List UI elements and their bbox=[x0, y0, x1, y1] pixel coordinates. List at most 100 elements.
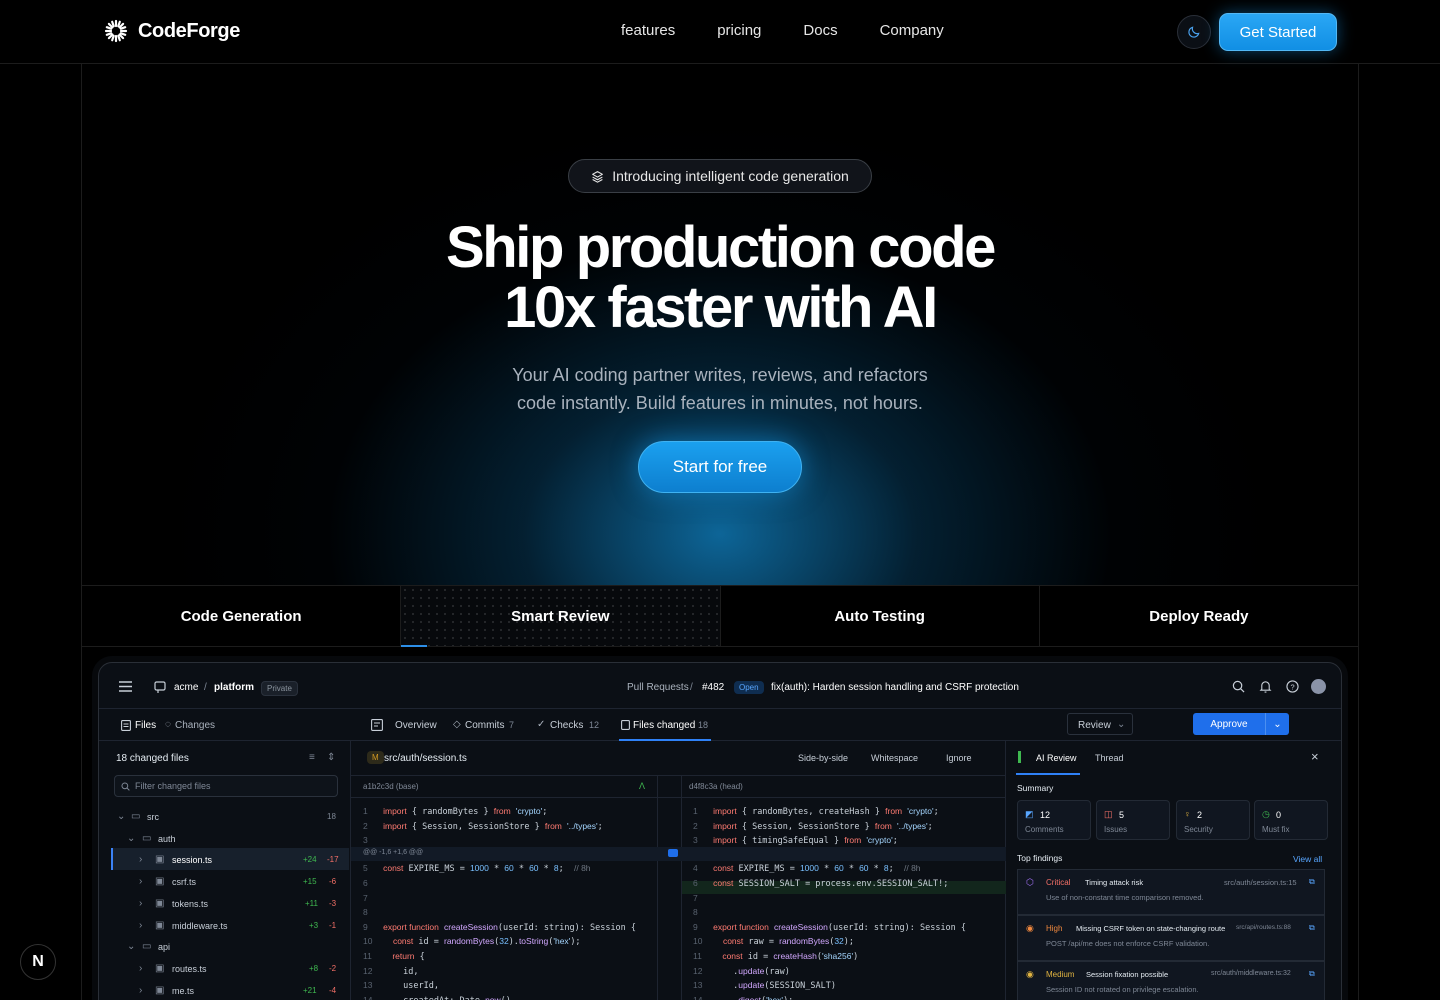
tree-item-api[interactable]: api bbox=[158, 942, 170, 952]
base-commit: a1b2c3d (base) bbox=[363, 782, 419, 791]
additions: +24 bbox=[303, 855, 317, 864]
tree-file-middleware[interactable]: middleware.ts bbox=[172, 921, 228, 931]
whitespace-dropdown[interactable]: Whitespace bbox=[871, 753, 918, 763]
moon-icon bbox=[1188, 26, 1200, 38]
feature-tabs: Code Generation Smart Review Auto Testin… bbox=[82, 585, 1358, 647]
user-avatar[interactable] bbox=[1311, 679, 1326, 694]
brand-name: CodeForge bbox=[138, 19, 240, 42]
pr-tab-checks[interactable]: Checks bbox=[550, 720, 583, 731]
chevron-right-icon: › bbox=[139, 920, 143, 931]
sidebar-tab-files[interactable]: Files bbox=[135, 720, 156, 731]
start-for-free-button[interactable]: Start for free bbox=[638, 441, 802, 493]
tree-file-me[interactable]: me.ts bbox=[172, 986, 194, 996]
finding-medium[interactable]: ◉ Medium Session fixation possible src/a… bbox=[1017, 961, 1325, 1000]
nav-link-docs[interactable]: Docs bbox=[803, 22, 837, 39]
approve-chevron-icon[interactable]: ⌄ bbox=[1266, 719, 1289, 730]
summary-card-must-fix[interactable]: ◷ 0 Must fix bbox=[1254, 800, 1328, 840]
view-all-link[interactable]: View all bbox=[1293, 854, 1322, 864]
external-link-icon[interactable]: ⧉ bbox=[1309, 877, 1315, 887]
review-tab-ai-review[interactable]: AI Review bbox=[1036, 753, 1077, 763]
app-topbar: acme / platform Private Pull Requests / … bbox=[99, 663, 1341, 709]
external-link-icon[interactable]: ⧉ bbox=[1309, 923, 1315, 933]
warning-circle-icon: ◉ bbox=[1026, 923, 1034, 933]
file-icon: ▣ bbox=[155, 985, 165, 996]
finding-critical[interactable]: ⬡ Critical Timing attack risk src/auth/s… bbox=[1017, 869, 1325, 915]
visibility-badge: Private bbox=[261, 681, 298, 696]
finding-high[interactable]: ◉ High Missing CSRF token on state-chang… bbox=[1017, 915, 1325, 961]
deletions: -3 bbox=[329, 899, 337, 908]
check-circle-icon: ◷ bbox=[1262, 809, 1270, 819]
help-icon[interactable]: ? bbox=[1286, 680, 1299, 693]
file-icon bbox=[121, 720, 131, 731]
breadcrumb-pull-requests[interactable]: Pull Requests bbox=[627, 682, 689, 693]
deletions: -17 bbox=[327, 855, 339, 864]
nav-link-features[interactable]: features bbox=[621, 22, 675, 39]
tree-file-csrf[interactable]: csrf.ts bbox=[172, 877, 196, 887]
deletions: -1 bbox=[329, 921, 337, 930]
markdown-file-icon: ▣ bbox=[155, 920, 165, 931]
view-mode-dropdown[interactable]: Side-by-side bbox=[798, 753, 848, 763]
tree-file-session[interactable]: session.ts bbox=[172, 855, 212, 865]
top-findings-heading: Top findings bbox=[1017, 853, 1063, 863]
chevron-right-icon: › bbox=[139, 854, 143, 865]
tree-item-auth[interactable]: auth bbox=[158, 834, 176, 844]
finding-path[interactable]: src/api/routes.ts:88 bbox=[1236, 924, 1291, 931]
security-value: 2 bbox=[1197, 810, 1203, 820]
announcement-pill[interactable]: Introducing intelligent code generation bbox=[568, 159, 872, 193]
summary-card-issues[interactable]: ◫ 5 Issues bbox=[1096, 800, 1170, 840]
tree-item-src[interactable]: src bbox=[147, 812, 159, 822]
tab-deploy-ready[interactable]: Deploy Ready bbox=[1040, 586, 1358, 646]
issue-icon: ◫ bbox=[1104, 809, 1113, 819]
finding-description: POST /api/me does not enforce CSRF valid… bbox=[1046, 939, 1210, 948]
pr-tab-commits[interactable]: Commits bbox=[465, 720, 504, 731]
pr-tab-overview[interactable]: Overview bbox=[395, 720, 437, 731]
security-label: Security bbox=[1184, 825, 1213, 834]
summary-card-comments[interactable]: ◩ 12 Comments bbox=[1017, 800, 1091, 840]
pr-tab-files-changed[interactable]: Files changed bbox=[633, 720, 695, 731]
approve-button[interactable]: Approve ⌄ bbox=[1193, 713, 1289, 735]
ignore-dropdown[interactable]: Ignore bbox=[946, 753, 972, 763]
menu-icon[interactable] bbox=[119, 681, 132, 692]
nav-link-company[interactable]: Company bbox=[880, 22, 944, 39]
finding-description: Use of non-constant time comparison remo… bbox=[1046, 893, 1204, 902]
external-link-icon[interactable]: ⧉ bbox=[1309, 969, 1315, 979]
finding-path[interactable]: src/auth/session.ts:15 bbox=[1224, 878, 1297, 887]
code-right: 1 import { randomBytes, createHash } fro… bbox=[693, 806, 967, 1000]
tab-code-generation[interactable]: Code Generation bbox=[82, 586, 402, 646]
chevron-down-icon: ⌄ bbox=[117, 811, 126, 822]
get-started-button[interactable]: Get Started bbox=[1219, 13, 1337, 51]
nav-link-pricing[interactable]: pricing bbox=[717, 22, 761, 39]
shield-icon: ♀ bbox=[1184, 809, 1191, 819]
review-tab-thread[interactable]: Thread bbox=[1095, 753, 1124, 763]
tree-file-tokens[interactable]: tokens.ts bbox=[172, 899, 208, 909]
pr-number: #482 bbox=[702, 682, 725, 693]
repo-org[interactable]: acme bbox=[174, 682, 198, 693]
bell-icon[interactable] bbox=[1259, 680, 1272, 693]
folder-icon: ▭ bbox=[142, 941, 152, 952]
filter-files-input[interactable]: Filter changed files bbox=[114, 775, 338, 797]
svg-text:?: ? bbox=[1290, 682, 1294, 691]
tree-file-routes[interactable]: routes.ts bbox=[172, 964, 207, 974]
folder-icon: ▭ bbox=[131, 811, 141, 822]
close-panel-icon[interactable]: × bbox=[1311, 749, 1319, 764]
theme-toggle-button[interactable] bbox=[1177, 15, 1211, 49]
brand-logo[interactable]: CodeForge bbox=[104, 19, 240, 43]
commit-icon: ◇ bbox=[453, 719, 461, 730]
sort-icon[interactable]: ≡ bbox=[309, 752, 315, 763]
tab-smart-review[interactable]: Smart Review bbox=[401, 586, 721, 647]
file-icon: ▣ bbox=[155, 898, 165, 909]
sidebar-tab-changes[interactable]: Changes bbox=[175, 720, 215, 731]
search-icon[interactable] bbox=[1232, 680, 1245, 693]
app-subbar: Files ◌ Changes Overview ◇ Commits 7 ✓ C… bbox=[99, 709, 1341, 741]
changed-files-header: 18 changed files bbox=[116, 753, 189, 764]
nextjs-badge[interactable]: N bbox=[20, 944, 56, 980]
repo-name[interactable]: platform bbox=[214, 682, 254, 693]
finding-severity: Critical bbox=[1046, 878, 1071, 887]
expand-icon[interactable]: ⇕ bbox=[327, 752, 335, 763]
chevron-right-icon: › bbox=[139, 898, 143, 909]
finding-path[interactable]: src/auth/middleware.ts:32 bbox=[1211, 970, 1291, 977]
summary-card-security[interactable]: ♀ 2 Security bbox=[1176, 800, 1250, 840]
additions: +8 bbox=[309, 964, 319, 973]
file-icon: ▣ bbox=[155, 876, 165, 887]
tab-auto-testing[interactable]: Auto Testing bbox=[721, 586, 1040, 646]
